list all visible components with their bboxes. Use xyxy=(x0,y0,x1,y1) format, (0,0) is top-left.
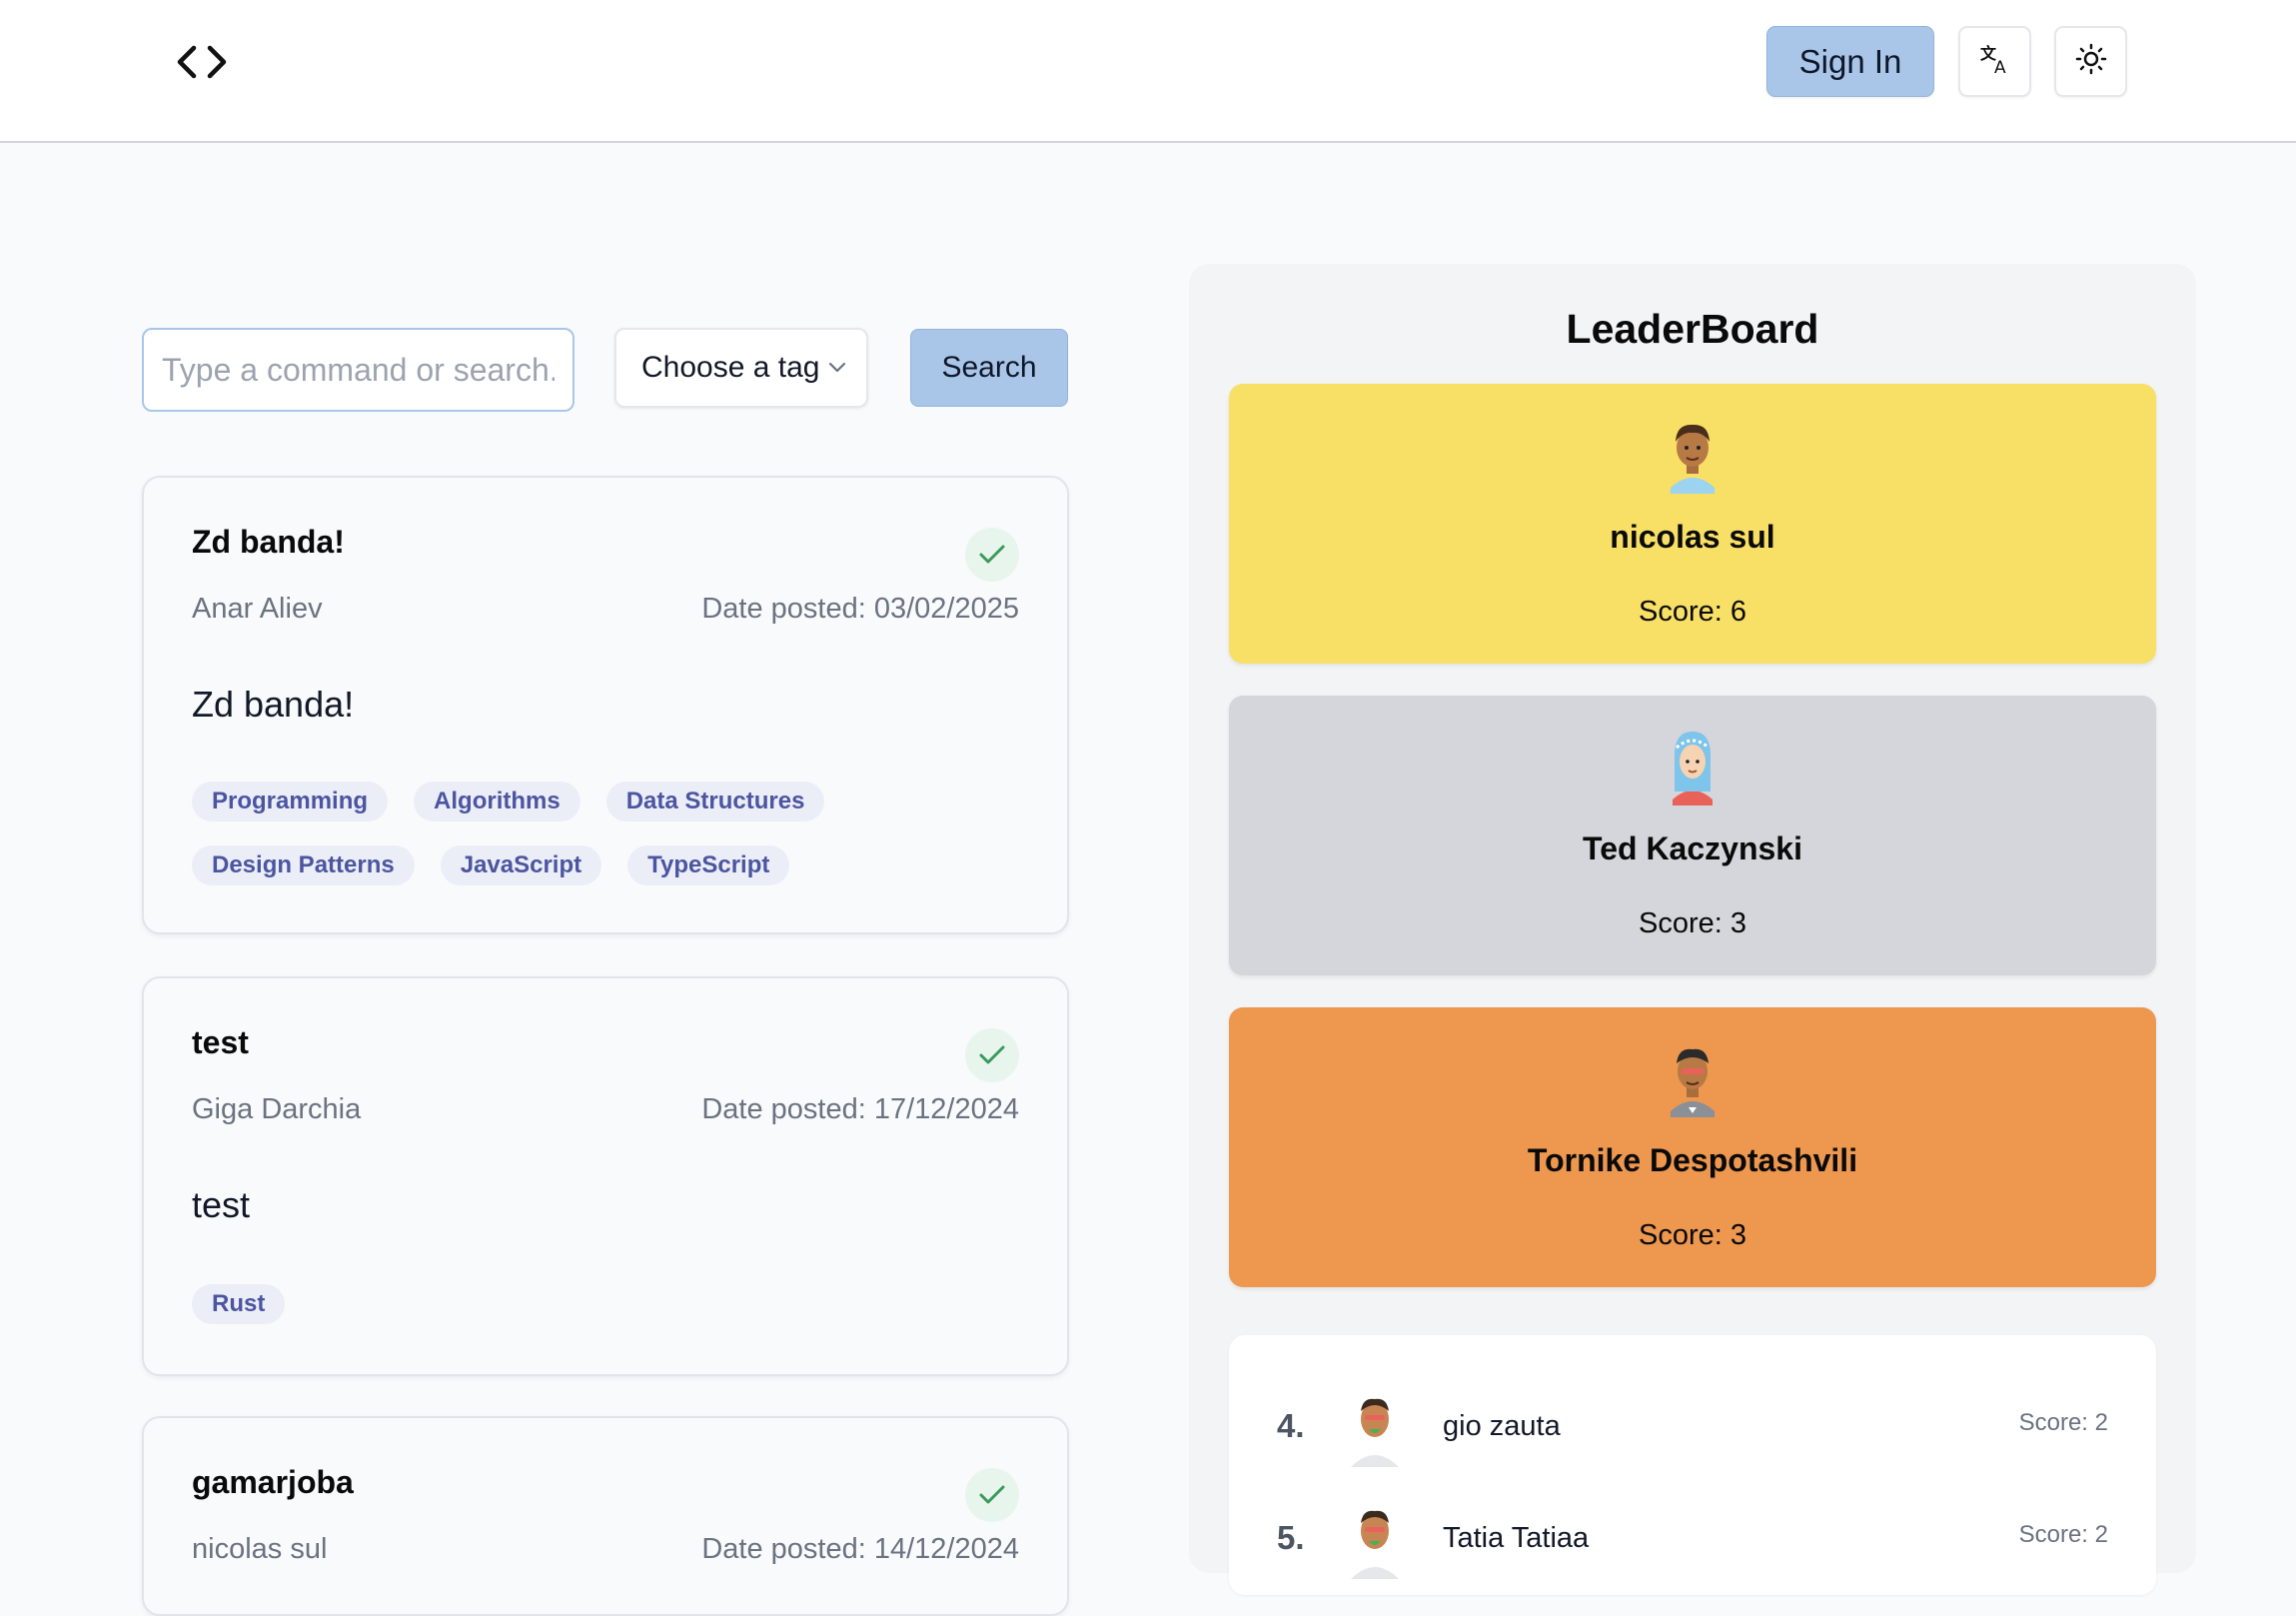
translate-button[interactable]: 文 A xyxy=(1958,26,2031,97)
sun-icon xyxy=(2075,43,2107,80)
post-date: Date posted: 03/02/2025 xyxy=(701,593,1019,625)
avatar xyxy=(1663,1037,1722,1117)
post-author[interactable]: nicolas sul xyxy=(192,1533,327,1566)
post-tags: Programming Algorithms Data Structures D… xyxy=(192,782,1031,885)
post-card[interactable]: Zd banda! Anar Aliev Date posted: 03/02/… xyxy=(142,476,1069,934)
top-navbar: Sign In 文 A xyxy=(0,0,2296,143)
leaderboard-score: Score: 3 xyxy=(1639,907,1746,939)
avatar xyxy=(1345,1387,1405,1467)
leaderboard-second-place[interactable]: Ted Kaczynski Score: 3 xyxy=(1229,696,2156,975)
search-button[interactable]: Search xyxy=(910,329,1068,407)
avatar xyxy=(1663,726,1722,806)
leaderboard-score: Score: 6 xyxy=(1639,596,1746,628)
leaderboard-title: LeaderBoard xyxy=(1566,306,1819,352)
post-tags: Rust xyxy=(192,1284,1031,1324)
tag-chip[interactable]: TypeScript xyxy=(627,845,790,885)
tag-chip[interactable]: Programming xyxy=(192,782,389,821)
leaderboard-first-place[interactable]: nicolas sul Score: 6 xyxy=(1229,384,2156,664)
post-date: Date posted: 17/12/2024 xyxy=(701,1093,1019,1125)
svg-text:A: A xyxy=(1994,58,2006,76)
post-date: Date posted: 14/12/2024 xyxy=(701,1533,1019,1565)
leaderboard-rank: 4. xyxy=(1277,1407,1305,1444)
code-brackets-icon[interactable] xyxy=(176,42,228,82)
solved-check-icon xyxy=(965,1028,1019,1082)
leaderboard-score: Score: 2 xyxy=(2018,1409,2108,1436)
translate-icon: 文 A xyxy=(1978,42,2012,81)
tag-chip[interactable]: Algorithms xyxy=(414,782,580,821)
leaderboard-score: Score: 3 xyxy=(1639,1219,1746,1251)
leaderboard-row[interactable]: 4. gio zauta Score: 2 xyxy=(1229,1387,2156,1467)
leaderboard-list: 4. gio zauta Score: 2 5. Tatia Tatiaa Sc… xyxy=(1229,1335,2156,1595)
leaderboard-third-place[interactable]: Tornike Despotashvili Score: 3 xyxy=(1229,1007,2156,1287)
leaderboard-rank: 5. xyxy=(1277,1519,1305,1556)
post-author[interactable]: Anar Aliev xyxy=(192,593,323,626)
sign-in-button[interactable]: Sign In xyxy=(1766,26,1934,97)
leaderboard-name[interactable]: Tornike Despotashvili xyxy=(1229,1142,2156,1179)
leaderboard-score: Score: 2 xyxy=(2018,1521,2108,1548)
leaderboard-name[interactable]: Ted Kaczynski xyxy=(1229,830,2156,867)
post-title[interactable]: gamarjoba xyxy=(192,1464,354,1501)
avatar xyxy=(1345,1499,1405,1579)
avatar xyxy=(1663,414,1722,494)
post-card[interactable]: gamarjoba nicolas sul Date posted: 14/12… xyxy=(142,1416,1069,1616)
tag-select-label: Choose a tag xyxy=(641,351,820,384)
post-card[interactable]: test Giga Darchia Date posted: 17/12/202… xyxy=(142,976,1069,1376)
search-input[interactable] xyxy=(142,328,574,412)
chevron-down-icon xyxy=(829,362,846,373)
solved-check-icon xyxy=(965,528,1019,582)
theme-toggle-button[interactable] xyxy=(2054,26,2127,97)
leaderboard-name[interactable]: Tatia Tatiaa xyxy=(1443,1522,1589,1555)
post-title[interactable]: Zd banda! xyxy=(192,524,345,561)
post-body: test xyxy=(192,1184,251,1225)
solved-check-icon xyxy=(965,1468,1019,1522)
tag-chip[interactable]: Design Patterns xyxy=(192,845,415,885)
leaderboard-name[interactable]: nicolas sul xyxy=(1229,519,2156,556)
tag-select-dropdown[interactable]: Choose a tag xyxy=(614,328,868,408)
leaderboard-name[interactable]: gio zauta xyxy=(1443,1410,1561,1443)
post-author[interactable]: Giga Darchia xyxy=(192,1093,361,1126)
post-title[interactable]: test xyxy=(192,1024,249,1061)
tag-chip[interactable]: Rust xyxy=(192,1284,286,1324)
tag-chip[interactable]: Data Structures xyxy=(605,782,825,821)
tag-chip[interactable]: JavaScript xyxy=(440,845,602,885)
post-body: Zd banda! xyxy=(192,684,355,725)
leaderboard-row[interactable]: 5. Tatia Tatiaa Score: 2 xyxy=(1229,1499,2156,1579)
